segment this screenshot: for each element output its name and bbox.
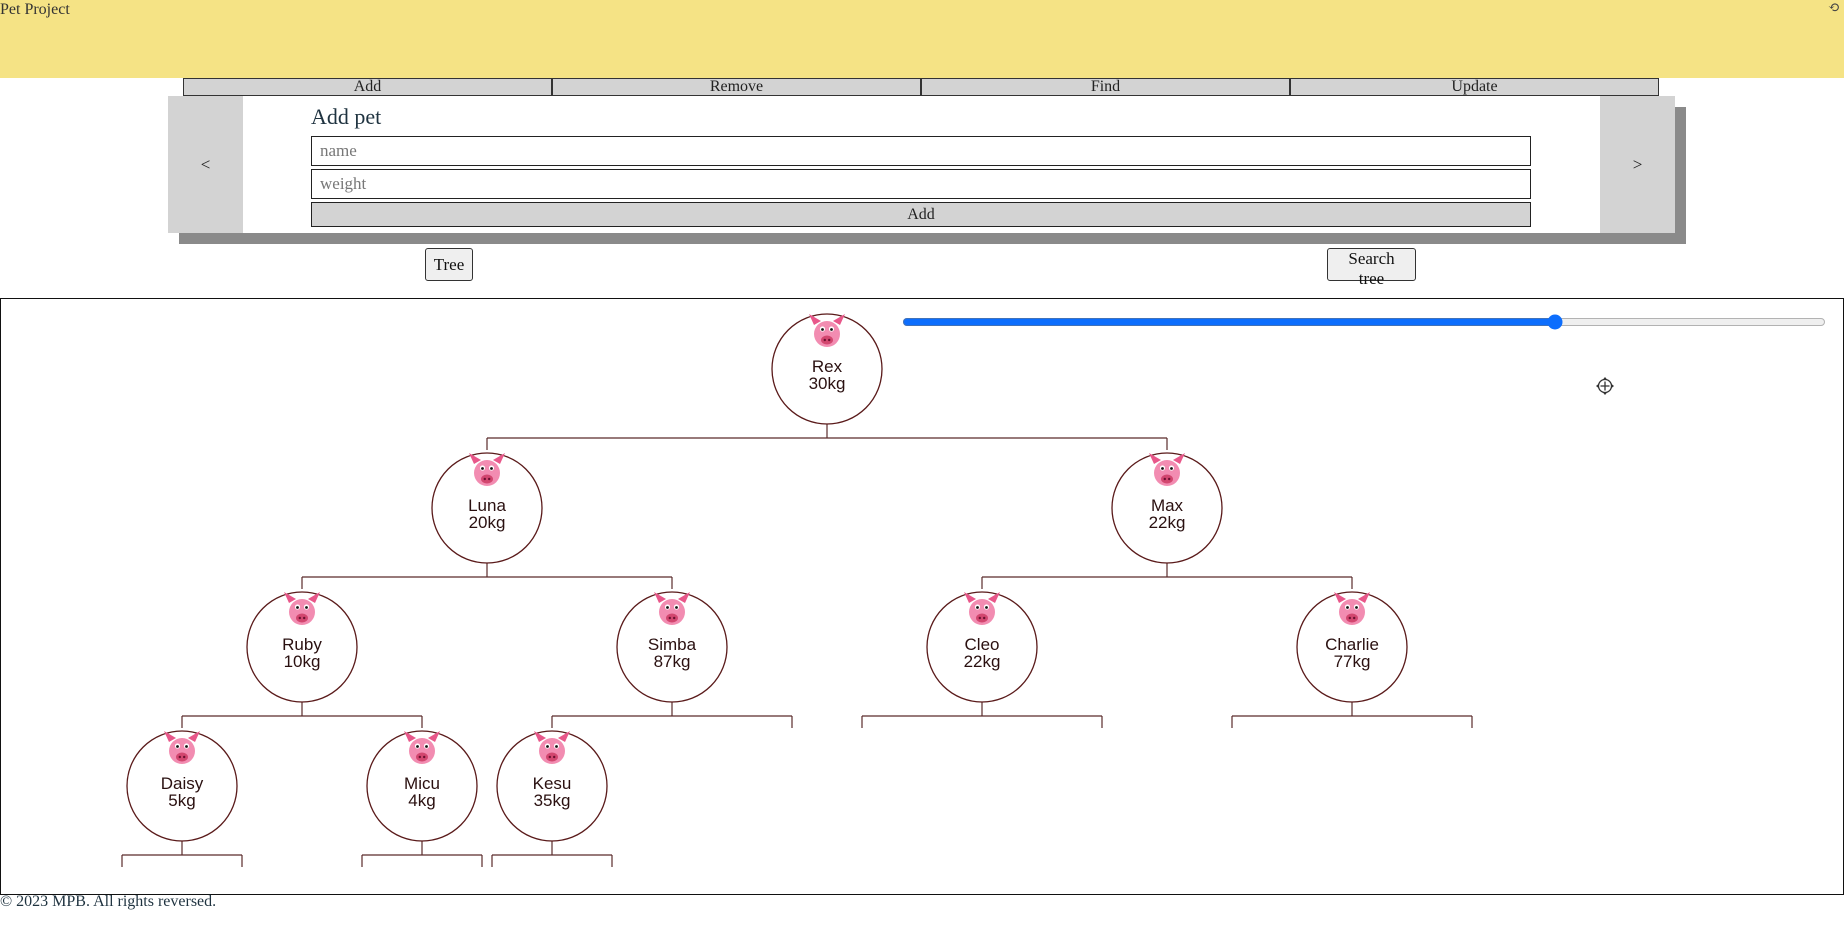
tree-node[interactable]: Kesu35kg [496, 730, 608, 842]
menu-add-button[interactable]: Add [183, 78, 552, 96]
node-weight: 20kg [469, 513, 506, 532]
tree-node[interactable]: Rex30kg [771, 313, 883, 425]
tree-node[interactable]: Luna20kg [431, 452, 543, 564]
history-icon[interactable]: ⟲ [1828, 1, 1844, 17]
node-weight: 87kg [654, 652, 691, 671]
app-title: Pet Project [0, 1, 70, 18]
menu-find-button[interactable]: Find [921, 78, 1290, 96]
menu-remove-button[interactable]: Remove [552, 78, 921, 96]
pet-tree: Daisy5kg Micu4kgRuby10kg Kesu35kgSimba87kg… [121, 313, 1473, 867]
node-weight: 5kg [168, 791, 195, 810]
node-weight: 10kg [284, 652, 321, 671]
menu-update-button[interactable]: Update [1290, 78, 1659, 96]
next-panel-button[interactable]: > [1600, 96, 1675, 233]
panel-title: Add pet [311, 104, 382, 129]
add-pet-submit-button[interactable]: Add [311, 202, 1531, 227]
node-weight: 22kg [1149, 513, 1186, 532]
tree-node[interactable]: Simba87kg [616, 591, 728, 703]
tree-button[interactable]: Tree [425, 248, 473, 281]
main-menu: Add Remove Find Update [183, 78, 1659, 96]
tree-node[interactable]: Max22kg [1111, 452, 1223, 564]
node-weight: 30kg [809, 374, 846, 393]
footer-text: © 2023 MPB. All rights reversed. [0, 893, 217, 910]
node-weight: 77kg [1334, 652, 1371, 671]
tree-node[interactable]: Ruby10kg [246, 591, 358, 703]
node-weight: 22kg [964, 652, 1001, 671]
tree-canvas[interactable]: Daisy 5kg Micu 4kg Ruby 10kg Kesu 35kg Simba 87kg… [0, 298, 1844, 895]
tree-node[interactable]: Cleo22kg [926, 591, 1038, 703]
tree-node[interactable]: Micu4kg [366, 730, 478, 842]
tree-node[interactable]: Daisy5kg [126, 730, 238, 842]
search-tree-button[interactable]: Search tree [1327, 248, 1416, 288]
app-header: Pet Project ⟲ [0, 0, 1844, 78]
node-weight: 4kg [408, 791, 435, 810]
move-icon[interactable] [1595, 376, 1615, 396]
weight-input[interactable] [311, 169, 1531, 199]
node-weight: 35kg [534, 791, 571, 810]
previous-panel-button[interactable]: < [168, 96, 243, 233]
add-pet-panel: < Add pet Add > [168, 96, 1675, 233]
zoom-slider[interactable] [902, 311, 1826, 333]
tree-node[interactable]: Charlie77kg [1296, 591, 1408, 703]
name-input[interactable] [311, 136, 1531, 166]
